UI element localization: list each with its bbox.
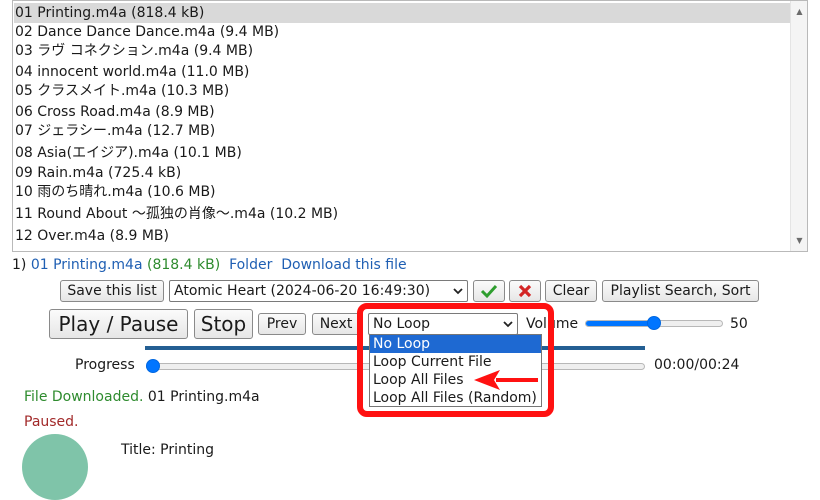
playlist-item[interactable]: 10 雨のち晴れ.m4a (10.6 MB) [14, 182, 791, 202]
playlist-item[interactable]: 07 ジェラシー.m4a (12.7 MB) [14, 121, 791, 141]
playlist-item[interactable]: 12 Over.m4a (8.9 MB) [14, 226, 791, 246]
prev-button[interactable]: Prev [258, 313, 306, 335]
volume-value: 50 [730, 316, 748, 332]
saved-playlist-select[interactable]: Atomic Heart (2024-06-20 16:49:30) [169, 280, 468, 302]
scroll-down-icon[interactable]: ▼ [791, 232, 807, 249]
check-icon [480, 284, 498, 299]
x-icon [518, 284, 532, 298]
scroll-up-icon[interactable]: ▲ [791, 3, 807, 20]
progress-slider-thumb[interactable] [146, 359, 160, 373]
download-status-file: 01 Printing.m4a [147, 389, 260, 405]
play-pause-button[interactable]: Play / Pause [49, 309, 188, 339]
playlist-item[interactable]: 11 Round About ～孤独の肖像～.m4a (10.2 MB) [14, 204, 791, 224]
saved-playlist-value: Atomic Heart (2024-06-20 16:49:30) [174, 283, 431, 299]
folder-link[interactable]: Folder [229, 257, 272, 273]
progress-label: Progress [75, 357, 135, 373]
stop-button[interactable]: Stop [194, 309, 253, 339]
volume-slider-fill [586, 321, 655, 326]
playlist-item[interactable]: 04 innocent world.m4a (11.0 MB) [14, 62, 791, 82]
playlist-item[interactable]: 03 ラヴ コネクション.m4a (9.4 MB) [14, 41, 791, 61]
delete-list-button[interactable] [509, 280, 541, 302]
now-filename-link[interactable]: 01 Printing.m4a [31, 257, 143, 273]
red-arrow-icon [474, 370, 538, 390]
playlist-listbox[interactable]: 01 Printing.m4a (818.4 kB) 02 Dance Danc… [12, 0, 808, 252]
clear-button[interactable]: Clear [545, 280, 597, 302]
chevron-down-icon [503, 321, 513, 328]
now-playing-line: 1) 01 Printing.m4a (818.4 kB) Folder Dow… [12, 255, 407, 275]
playlist-item[interactable]: 08 Asia(エイジア).m4a (10.1 MB) [14, 143, 791, 163]
next-button[interactable]: Next [312, 313, 360, 335]
loop-option[interactable]: No Loop [370, 335, 541, 353]
confirm-button[interactable] [473, 280, 505, 302]
loop-mode-select[interactable]: No Loop [368, 313, 518, 335]
playlist-search-sort-button[interactable]: Playlist Search, Sort [602, 280, 759, 302]
playlist-item[interactable]: 09 Rain.m4a (725.4 kB) [14, 163, 791, 183]
paused-status: Paused. [24, 414, 79, 430]
download-status: File Downloaded. 01 Printing.m4a [24, 387, 260, 407]
loop-mode-value: No Loop [373, 316, 431, 332]
playlist-item[interactable]: 05 クラスメイト.m4a (10.3 MB) [14, 81, 791, 101]
playlist-item[interactable]: 02 Dance Dance Dance.m4a (9.4 MB) [14, 22, 791, 42]
now-index: 1) [12, 257, 27, 273]
track-title: Title: Printing [121, 442, 215, 458]
now-size: (818.4 kB) [146, 257, 221, 273]
save-list-button[interactable]: Save this list [60, 280, 164, 302]
album-art-avatar [22, 434, 88, 500]
progress-time: 00:00/00:24 [654, 357, 740, 373]
download-status-prefix: File Downloaded. [24, 389, 144, 405]
playlist-item[interactable]: 06 Cross Road.m4a (8.9 MB) [14, 102, 791, 122]
volume-slider-thumb[interactable] [647, 316, 661, 330]
playlist-scrollbar[interactable]: ▲ ▼ [790, 1, 807, 251]
playlist-item[interactable]: 01 Printing.m4a (818.4 kB) [14, 3, 791, 23]
volume-label: Volume [526, 316, 579, 332]
download-link[interactable]: Download this file [281, 257, 406, 273]
chevron-down-icon [453, 288, 463, 295]
